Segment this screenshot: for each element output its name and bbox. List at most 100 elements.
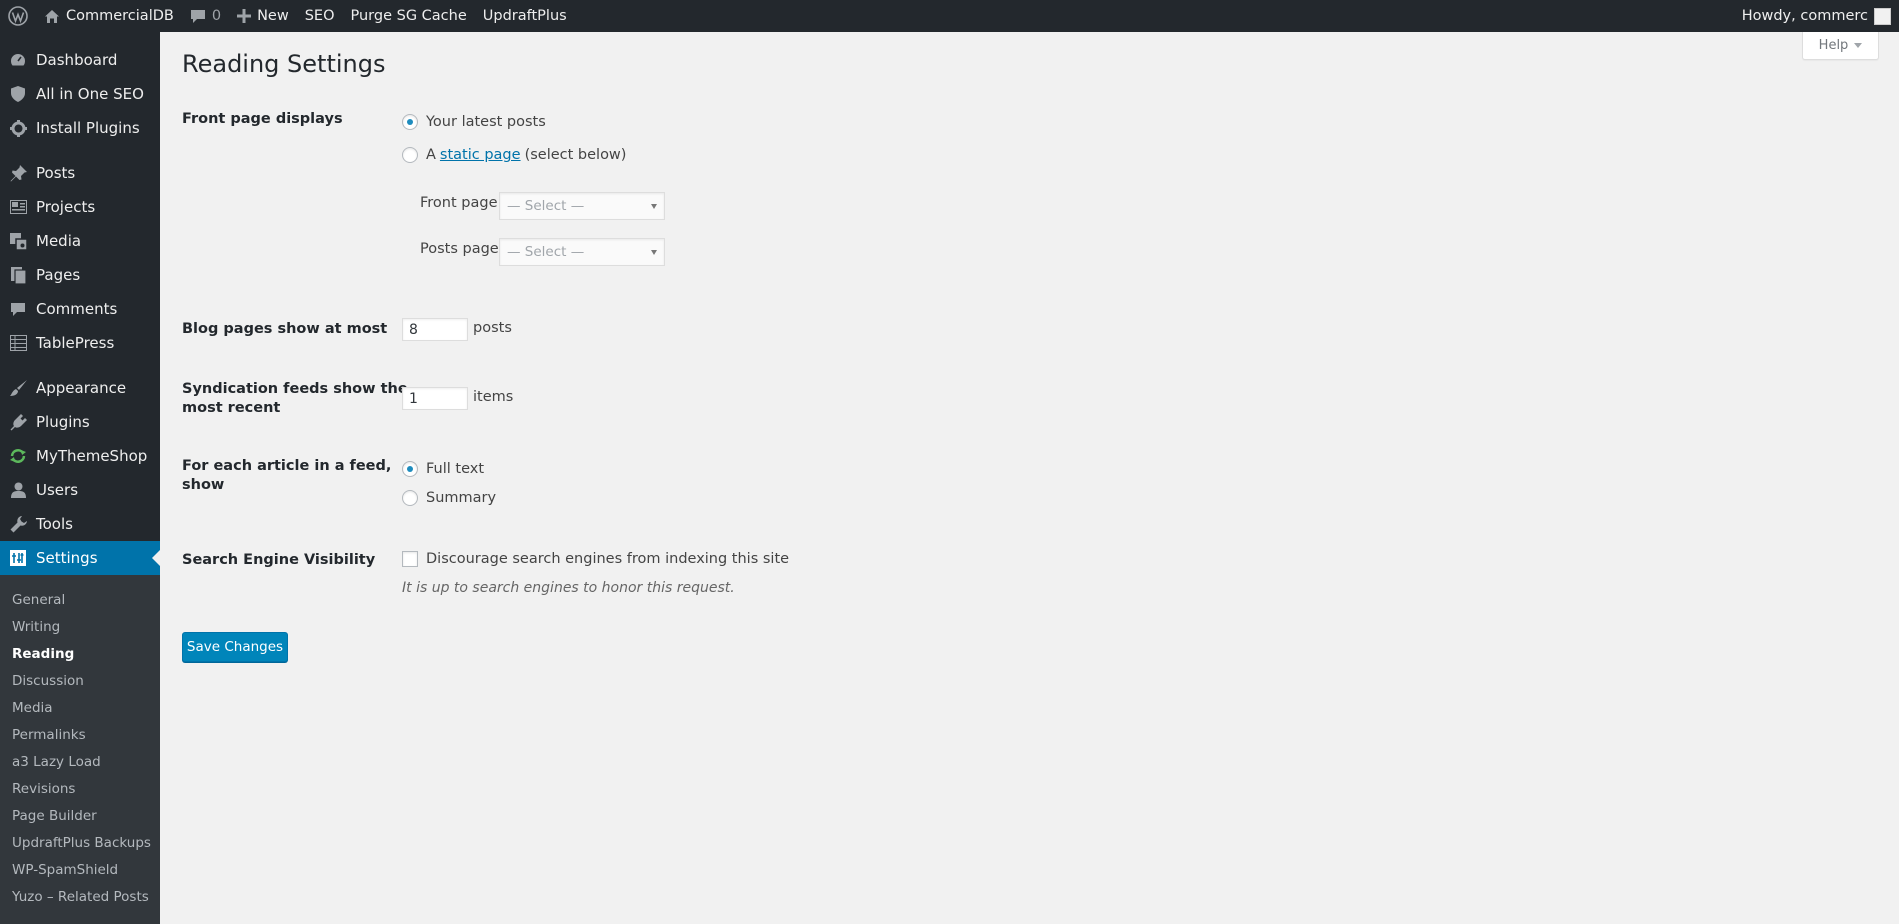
menu-label: Media: [36, 232, 82, 250]
discourage-search-label: Discourage search engines from indexing …: [426, 551, 790, 567]
posts-page-select[interactable]: — Select —: [499, 238, 665, 266]
menu-label: Plugins: [36, 413, 90, 431]
menu-item-comments[interactable]: Comments: [0, 292, 160, 326]
menu-item-mythemeshop[interactable]: MyThemeShop: [0, 439, 160, 473]
feed-article-label: For each article in a feed, show: [182, 457, 391, 495]
pages-icon: [0, 266, 36, 284]
paintbrush-icon: [0, 379, 36, 397]
feed-items-input[interactable]: 1: [402, 387, 468, 410]
submenu-item-updraftplus-backups[interactable]: UpdraftPlus Backups: [12, 835, 151, 851]
submenu-item-media[interactable]: Media: [12, 700, 53, 716]
full-text-radio[interactable]: [402, 461, 418, 477]
static-page-link[interactable]: static page: [440, 147, 521, 163]
dropdown-arrow-icon: [651, 250, 657, 255]
site-name-link[interactable]: CommercialDB: [36, 0, 182, 32]
latest-posts-radio[interactable]: [402, 114, 418, 130]
menu-label: Appearance: [36, 379, 127, 397]
admin-sidebar: Dashboard All in One SEO Install Plugins…: [0, 32, 160, 924]
save-changes-button[interactable]: Save Changes: [182, 632, 288, 662]
front-page-select-value: — Select —: [507, 198, 585, 214]
menu-label: Posts: [36, 164, 76, 182]
front-page-displays-label: Front page displays: [182, 111, 343, 127]
submenu-item-a3-lazy-load[interactable]: a3 Lazy Load: [12, 754, 101, 770]
submenu-item-discussion[interactable]: Discussion: [12, 673, 84, 689]
wordpress-logo-icon[interactable]: [0, 0, 36, 32]
portfolio-icon: [0, 200, 36, 214]
summary-label: Summary: [426, 490, 497, 506]
new-label: New: [257, 8, 289, 24]
feed-article-label-line1: For each article in a feed,: [182, 458, 392, 474]
discourage-search-checkbox[interactable]: [402, 551, 418, 567]
menu-item-appearance[interactable]: Appearance: [0, 371, 160, 405]
menu-item-projects[interactable]: Projects: [0, 190, 160, 224]
site-name-label: CommercialDB: [66, 8, 174, 24]
dashboard-icon: [0, 51, 36, 69]
syndication-label: Syndication feeds show the most recent: [182, 380, 408, 418]
purge-cache-link[interactable]: Purge SG Cache: [343, 0, 475, 32]
summary-option[interactable]: Summary: [402, 490, 496, 506]
wrench-icon: [0, 515, 36, 533]
comments-link[interactable]: 0: [182, 0, 229, 32]
comment-icon: [0, 302, 36, 317]
menu-item-posts[interactable]: Posts: [0, 156, 160, 190]
menu-label: Dashboard: [36, 51, 118, 69]
menu-item-tablepress[interactable]: TablePress: [0, 326, 160, 360]
updraftplus-label: UpdraftPlus: [482, 8, 567, 24]
home-icon: [44, 9, 60, 24]
comment-bubble-icon: [190, 9, 206, 24]
full-text-label: Full text: [426, 461, 485, 477]
submenu-item-revisions[interactable]: Revisions: [12, 781, 75, 797]
menu-label: TablePress: [36, 334, 115, 352]
updraftplus-link[interactable]: UpdraftPlus: [475, 0, 575, 32]
submenu-item-wp-spamshield[interactable]: WP-SpamShield: [12, 862, 118, 878]
table-icon: [0, 335, 36, 351]
avatar: [1874, 7, 1891, 25]
menu-item-dashboard[interactable]: Dashboard: [0, 43, 160, 77]
caret-down-icon: [1854, 43, 1863, 48]
items-suffix: items: [473, 389, 514, 405]
posts-page-select-value: — Select —: [507, 244, 585, 260]
menu-item-plugins[interactable]: Plugins: [0, 405, 160, 439]
discourage-search-option[interactable]: Discourage search engines from indexing …: [402, 551, 789, 567]
new-content-link[interactable]: New: [229, 0, 297, 32]
seo-link[interactable]: SEO: [297, 0, 343, 32]
full-text-option[interactable]: Full text: [402, 461, 484, 477]
menu-item-pages[interactable]: Pages: [0, 258, 160, 292]
menu-label: MyThemeShop: [36, 447, 148, 465]
posts-page-select-label: Posts page:: [420, 241, 504, 257]
menu-label: Pages: [36, 266, 81, 284]
submenu-item-yuzo-related-posts[interactable]: Yuzo – Related Posts: [12, 889, 149, 905]
posts-per-page-input[interactable]: 8: [402, 318, 468, 341]
feed-article-label-line2: show: [182, 477, 225, 493]
menu-item-users[interactable]: Users: [0, 473, 160, 507]
menu-item-all-in-one-seo[interactable]: All in One SEO: [0, 77, 160, 111]
menu-item-media[interactable]: Media: [0, 224, 160, 258]
static-page-radio[interactable]: [402, 147, 418, 163]
menu-label: Install Plugins: [36, 119, 140, 137]
latest-posts-label: Your latest posts: [426, 114, 546, 130]
help-button[interactable]: Help: [1802, 32, 1879, 60]
refresh-icon: [0, 449, 36, 463]
front-page-select-label: Front page:: [420, 195, 503, 211]
dropdown-arrow-icon: [651, 204, 657, 209]
menu-label: All in One SEO: [36, 85, 144, 103]
blog-pages-label: Blog pages show at most: [182, 321, 388, 337]
static-prefix: A: [426, 147, 436, 163]
my-account-link[interactable]: Howdy, commerc: [1734, 0, 1899, 32]
front-page-select[interactable]: — Select —: [499, 192, 665, 220]
submenu-item-permalinks[interactable]: Permalinks: [12, 727, 86, 743]
latest-posts-option[interactable]: Your latest posts: [402, 114, 546, 130]
syndication-label-line2: most recent: [182, 400, 281, 416]
submenu-item-page-builder[interactable]: Page Builder: [12, 808, 97, 824]
menu-item-install-plugins[interactable]: Install Plugins: [0, 111, 160, 145]
static-page-option[interactable]: A static page (select below): [402, 147, 626, 163]
summary-radio[interactable]: [402, 490, 418, 506]
shield-icon: [0, 86, 36, 102]
menu-item-tools[interactable]: Tools: [0, 507, 160, 541]
submenu-item-general[interactable]: General: [12, 592, 65, 608]
menu-label: Comments: [36, 300, 118, 318]
submenu-item-writing[interactable]: Writing: [12, 619, 60, 635]
settings-submenu: General Writing Reading Discussion Media…: [0, 575, 160, 924]
submenu-item-reading[interactable]: Reading: [12, 646, 74, 662]
menu-item-settings[interactable]: Settings: [0, 541, 160, 575]
